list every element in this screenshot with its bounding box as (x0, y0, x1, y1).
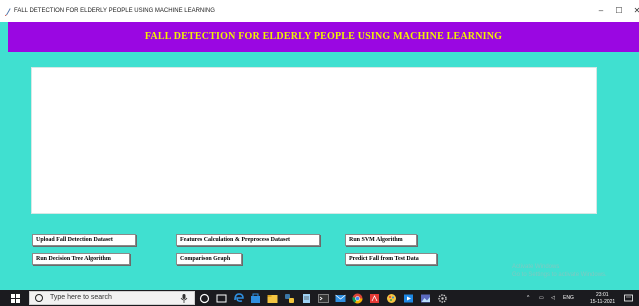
minimize-button[interactable]: – (594, 5, 608, 17)
close-button[interactable]: ✕ (630, 5, 639, 17)
cortana-circle-icon (35, 294, 43, 302)
python-icon[interactable] (284, 293, 295, 304)
upload-dataset-button[interactable]: Upload Fall Detection Dataset (32, 234, 136, 246)
paint-icon[interactable] (386, 293, 397, 304)
activation-watermark: Activate Windows Go to Settings to activ… (512, 263, 607, 279)
mail-icon[interactable] (335, 293, 346, 304)
store-icon[interactable] (250, 293, 261, 304)
comparison-graph-button[interactable]: Comparison Graph (176, 253, 242, 265)
maximize-button[interactable]: ☐ (612, 5, 626, 17)
terminal-icon[interactable] (318, 293, 329, 304)
clock-time[interactable]: 23:01 (596, 292, 609, 298)
windows-taskbar: Type here to search ^ ▭ ◁ ENG 23:01 15-1… (0, 290, 639, 306)
run-svm-button[interactable]: Run SVM Algorithm (345, 234, 417, 246)
search-placeholder: Type here to search (50, 294, 112, 301)
window-titlebar[interactable]: FALL DETECTION FOR ELDERLY PEOPLE USING … (0, 0, 639, 22)
task-view-icon[interactable] (199, 293, 210, 304)
watermark-line-1: Activate Windows (512, 264, 560, 270)
notepad-icon[interactable] (301, 293, 312, 304)
cortana-icon[interactable] (216, 293, 227, 304)
notification-icon[interactable] (624, 294, 633, 303)
chrome-icon[interactable] (352, 293, 363, 304)
edge-icon[interactable] (233, 293, 244, 304)
window-title: FALL DETECTION FOR ELDERLY PEOPLE USING … (14, 8, 215, 14)
language-icon[interactable]: ENG (563, 295, 574, 301)
tray-overflow-icon[interactable]: ^ (527, 295, 529, 301)
network-icon[interactable]: ▭ (539, 295, 544, 301)
run-decision-tree-button[interactable]: Run Decision Tree Algorithm (32, 253, 130, 265)
settings-icon[interactable] (437, 293, 448, 304)
features-preprocess-button[interactable]: Features Calculation & Preprocess Datase… (176, 234, 320, 246)
predict-fall-button[interactable]: Predict Fall from Test Data (345, 253, 437, 265)
page-title: FALL DETECTION FOR ELDERLY PEOPLE USING … (144, 31, 503, 42)
feather-app-icon (5, 8, 11, 16)
taskbar-search-box[interactable]: Type here to search (29, 291, 195, 305)
pdf-icon[interactable] (369, 293, 380, 304)
file-explorer-icon[interactable] (267, 293, 278, 304)
windows-start-icon[interactable] (11, 294, 20, 303)
output-text-area[interactable] (31, 67, 597, 214)
app-header: FALL DETECTION FOR ELDERLY PEOPLE USING … (8, 22, 639, 52)
microphone-icon[interactable] (180, 294, 188, 303)
watermark-line-2: Go to Settings to activate Windows. (512, 272, 607, 278)
clock-date[interactable]: 15-11-2021 (590, 299, 615, 305)
app-window: FALL DETECTION FOR ELDERLY PEOPLE USING … (0, 0, 639, 306)
media-icon[interactable] (403, 293, 414, 304)
volume-icon[interactable]: ◁ (551, 295, 555, 301)
photos-icon[interactable] (420, 293, 431, 304)
